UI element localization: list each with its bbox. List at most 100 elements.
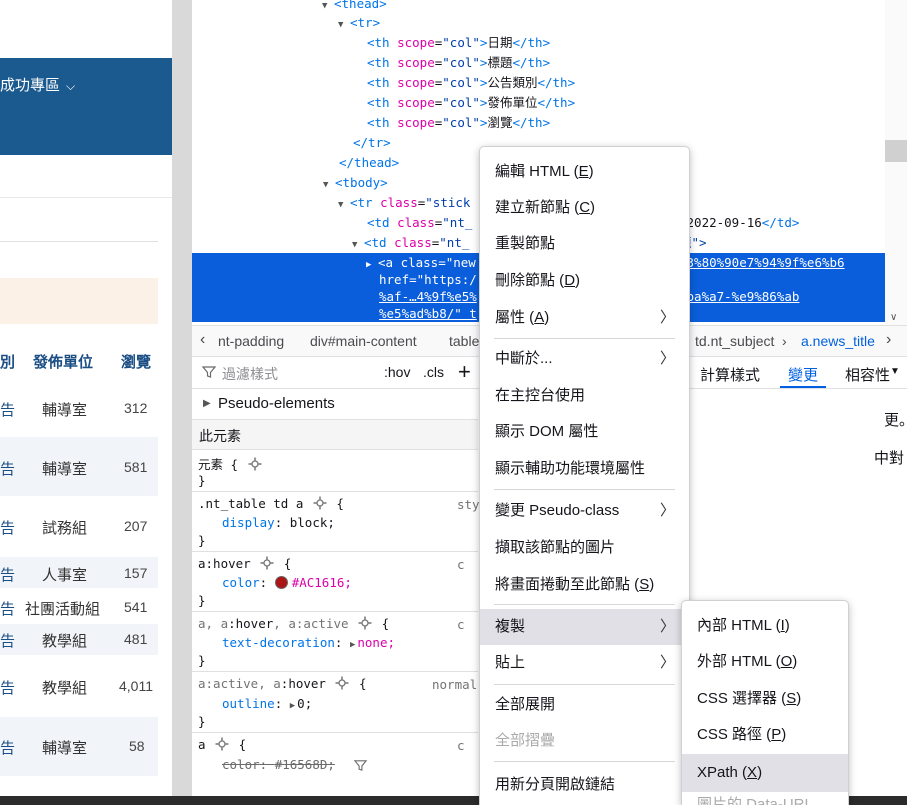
table-row[interactable]: 告 教學組 481 bbox=[0, 624, 158, 655]
menu-item-paste[interactable]: 貼上 〉 bbox=[480, 647, 689, 679]
menu-item-duplicate-node[interactable]: 重製節點 bbox=[480, 228, 689, 260]
chevron-right-icon[interactable]: › bbox=[886, 331, 891, 349]
markup-line[interactable]: </tr> bbox=[353, 133, 391, 153]
property-value[interactable]: none; bbox=[357, 635, 395, 650]
tab-changes[interactable]: 變更 bbox=[788, 364, 818, 385]
property-value[interactable]: block; bbox=[290, 515, 335, 530]
markup-line[interactable]: <th scope="col">標題</th> bbox=[367, 53, 550, 73]
menu-item-copy[interactable]: 複製 〉 bbox=[480, 609, 689, 645]
property-name[interactable]: color bbox=[222, 575, 260, 590]
menu-item-show-accessibility-properties[interactable]: 顯示輔助功能環境屬性 bbox=[480, 453, 689, 485]
success-zone-menu[interactable]: 成功專區 ⌵ bbox=[0, 74, 75, 95]
menu-item-copy-image-data-url[interactable]: 圖片的 Data-URL bbox=[682, 795, 848, 805]
color-swatch[interactable] bbox=[274, 576, 288, 589]
property-name[interactable]: color bbox=[222, 757, 260, 772]
markup-line[interactable]: <th scope="col">發佈單位</th> bbox=[367, 93, 575, 113]
menu-item-copy-css-path[interactable]: CSS 路徑 (P) bbox=[682, 719, 848, 751]
declaration[interactable]: text-decoration: ▶ none; bbox=[222, 635, 395, 650]
chevron-down-icon[interactable]: ▼ bbox=[890, 366, 900, 377]
gear-icon[interactable] bbox=[358, 616, 372, 630]
rule-source-link[interactable]: c bbox=[457, 557, 465, 572]
rule-source-link[interactable]: c bbox=[457, 738, 465, 753]
table-row[interactable]: 告 試務組 207 bbox=[0, 497, 158, 556]
markup-line[interactable]: ▼ <tr> bbox=[338, 13, 380, 33]
property-name[interactable]: outline bbox=[222, 696, 275, 711]
declaration-overridden[interactable]: color: #16568D; bbox=[222, 757, 335, 772]
menu-item-copy-inner-html[interactable]: 內部 HTML (I) bbox=[682, 610, 848, 642]
breadcrumb-item[interactable]: table bbox=[449, 333, 479, 349]
markup-line[interactable]: </thead> bbox=[339, 153, 399, 173]
expand-arrow-icon[interactable]: ▶ bbox=[350, 640, 355, 650]
declaration[interactable]: color: #AC1616; bbox=[222, 575, 352, 590]
pseudo-elements-section[interactable]: ▶ Pseudo-elements bbox=[192, 389, 478, 420]
property-value[interactable]: 0; bbox=[297, 696, 312, 711]
menu-item-edit-html[interactable]: 編輯 HTML (E) bbox=[480, 156, 689, 188]
gear-icon[interactable] bbox=[215, 737, 229, 751]
table-row[interactable]: 告 輔導室 581 bbox=[0, 437, 158, 496]
scroll-thumb[interactable] bbox=[885, 140, 907, 162]
breadcrumb-item[interactable]: td.nt_subject bbox=[695, 333, 774, 349]
expand-arrow-icon[interactable]: ▶ bbox=[290, 701, 295, 711]
rule-source-link[interactable]: c bbox=[457, 617, 465, 632]
markup-line[interactable]: ▼ <td class="nt_ bbox=[352, 233, 469, 253]
expand-arrow-icon[interactable]: ▶ bbox=[366, 255, 378, 275]
markup-scrollbar[interactable]: ∨ bbox=[885, 0, 907, 325]
tab-compatibility[interactable]: 相容性 bbox=[845, 364, 890, 385]
markup-line[interactable]: <th scope="col">日期</th> bbox=[367, 33, 550, 53]
gear-icon[interactable] bbox=[260, 556, 274, 570]
menu-item-use-in-console[interactable]: 在主控台使用 bbox=[480, 380, 689, 412]
table-row[interactable]: 告 社團活動組 541 bbox=[0, 592, 158, 623]
markup-line[interactable]: ▼ <thead> bbox=[322, 0, 387, 14]
rule-source-link[interactable]: sty bbox=[457, 497, 480, 512]
expand-arrow-icon[interactable]: ▶ bbox=[203, 398, 211, 409]
markup-line[interactable]: <th scope="col">瀏覽</th> bbox=[367, 113, 550, 133]
markup-line[interactable]: <th scope="col">公告類別</th> bbox=[367, 73, 575, 93]
menu-item-copy-outer-html[interactable]: 外部 HTML (O) bbox=[682, 646, 848, 678]
menu-item-change-pseudo-class[interactable]: 變更 Pseudo-class 〉 bbox=[480, 495, 689, 527]
breadcrumb-item[interactable]: nt-padding bbox=[218, 333, 284, 349]
gear-icon[interactable] bbox=[313, 496, 327, 510]
collapse-arrow-icon[interactable]: ▼ bbox=[322, 0, 334, 16]
menu-item-scroll-into-view[interactable]: 將畫面捲動至此節點 (S) bbox=[480, 569, 689, 601]
markup-line[interactable]: <td class="nt_ bbox=[367, 213, 472, 233]
menu-item-screenshot-node[interactable]: 擷取該節點的圖片 bbox=[480, 532, 689, 564]
breadcrumb-item-active[interactable]: a.news_title bbox=[801, 333, 875, 349]
add-rule-button[interactable]: + bbox=[458, 359, 471, 385]
menu-item-attributes[interactable]: 屬性 (A) 〉 bbox=[480, 302, 689, 334]
property-value[interactable]: #AC1616; bbox=[292, 575, 352, 590]
rule-source-link[interactable]: normal bbox=[432, 677, 477, 692]
menu-item-copy-css-selector[interactable]: CSS 選擇器 (S) bbox=[682, 683, 848, 715]
collapse-arrow-icon[interactable]: ▼ bbox=[338, 15, 350, 35]
chevron-down-icon[interactable]: ∨ bbox=[890, 312, 897, 323]
menu-item-show-dom-properties[interactable]: 顯示 DOM 屬性 bbox=[480, 416, 689, 448]
declaration[interactable]: outline: ▶ 0; bbox=[222, 696, 312, 711]
property-value[interactable]: #16568D; bbox=[275, 757, 335, 772]
hov-toggle[interactable]: :hov bbox=[384, 364, 410, 380]
filter-icon[interactable] bbox=[354, 759, 367, 772]
property-name[interactable]: display bbox=[222, 515, 275, 530]
menu-item-create-node[interactable]: 建立新節點 (C) bbox=[480, 192, 689, 224]
table-row[interactable]: 告 人事室 157 bbox=[0, 557, 158, 588]
page-scrollbar[interactable] bbox=[172, 0, 192, 805]
table-row[interactable]: 告 輔導室 312 bbox=[0, 378, 158, 436]
filter-styles-input[interactable]: 過濾樣式 bbox=[222, 364, 278, 384]
declaration[interactable]: display: block; bbox=[222, 515, 335, 530]
table-row[interactable]: 告 教學組 4,011 bbox=[0, 656, 158, 714]
markup-line[interactable]: ▼ <tbody> bbox=[323, 173, 388, 193]
collapse-arrow-icon[interactable]: ▼ bbox=[338, 195, 350, 215]
tab-computed[interactable]: 計算樣式 bbox=[700, 364, 760, 385]
menu-item-copy-xpath[interactable]: XPath (X) bbox=[682, 754, 848, 792]
chevron-left-icon[interactable]: ‹ bbox=[200, 331, 205, 349]
collapse-arrow-icon[interactable]: ▼ bbox=[323, 175, 335, 195]
menu-item-open-link-new-tab[interactable]: 用新分頁開啟鏈結 bbox=[480, 769, 689, 801]
menu-item-break-on[interactable]: 中斷於... 〉 bbox=[480, 343, 689, 375]
gear-icon[interactable] bbox=[248, 457, 262, 471]
gear-icon[interactable] bbox=[335, 676, 349, 690]
property-name[interactable]: text-decoration bbox=[222, 635, 335, 650]
table-row[interactable]: 告 輔導室 58 bbox=[0, 717, 158, 776]
breadcrumb-item[interactable]: div#main-content bbox=[310, 333, 417, 349]
cls-toggle[interactable]: .cls bbox=[423, 364, 444, 380]
menu-item-expand-all[interactable]: 全部展開 bbox=[480, 689, 689, 721]
collapse-arrow-icon[interactable]: ▼ bbox=[352, 235, 364, 255]
menu-item-delete-node[interactable]: 刪除節點 (D) bbox=[480, 265, 689, 297]
